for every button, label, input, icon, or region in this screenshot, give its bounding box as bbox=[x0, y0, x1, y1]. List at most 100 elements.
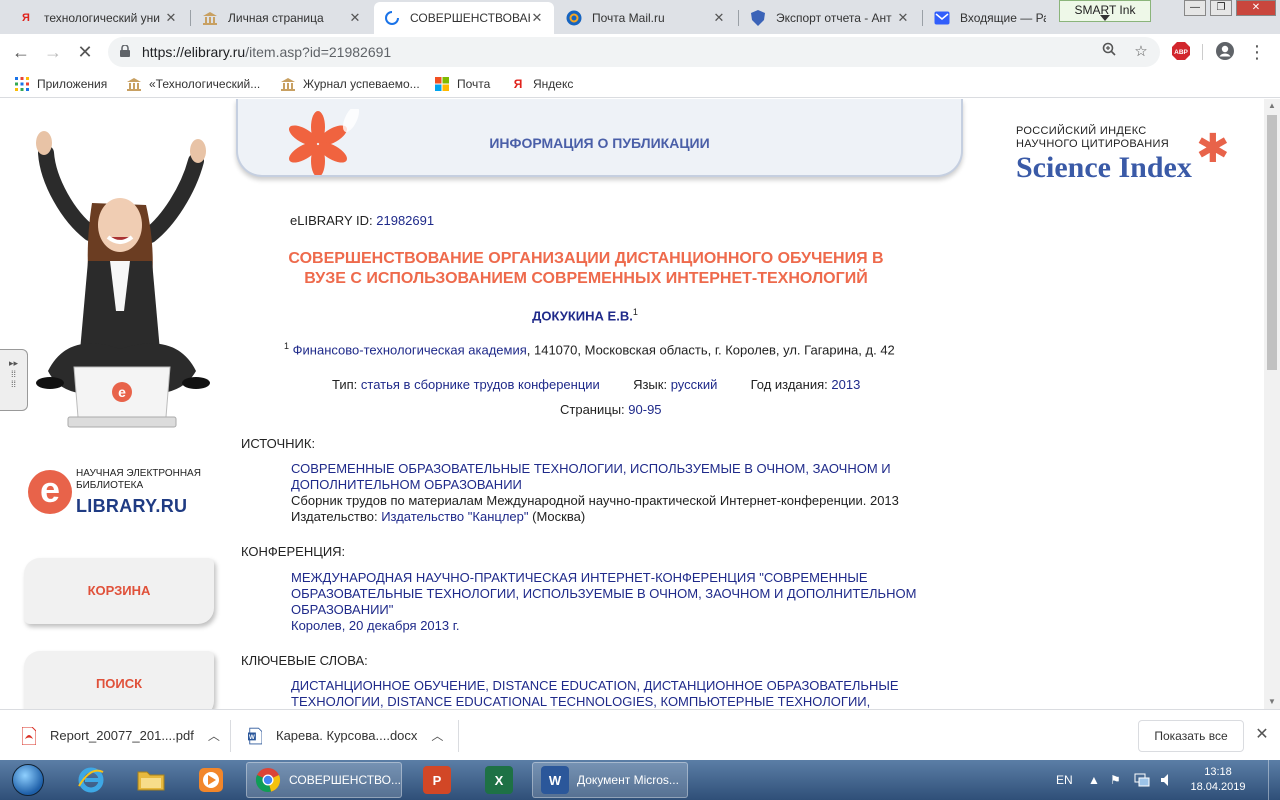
taskbar-chrome-label: СОВЕРШЕНСТВО... bbox=[289, 773, 401, 787]
adblock-plus-icon[interactable]: ABP bbox=[1170, 41, 1192, 63]
author-link[interactable]: ДОКУКИНА Е.В. bbox=[532, 308, 633, 323]
taskbar-internet-explorer[interactable] bbox=[62, 762, 120, 798]
tab-yandex[interactable]: Я технологический уни ✕ bbox=[8, 2, 188, 34]
download-separator bbox=[458, 720, 459, 752]
tab-mailru[interactable]: Почта Mail.ru ✕ bbox=[556, 2, 736, 34]
keywords-line2[interactable]: ТЕХНОЛОГИИ, DISTANCE EDUCATIONAL TECHNOL… bbox=[291, 694, 921, 709]
source-title-link-cont[interactable]: ДОПОЛНИТЕЛЬНОМ ОБРАЗОВАНИИ bbox=[291, 477, 921, 493]
address-bar[interactable]: https://elibrary.ru/item.asp?id=21982691… bbox=[108, 37, 1160, 67]
bookmark-technological[interactable]: «Технологический... bbox=[126, 76, 260, 92]
taskbar-media-player[interactable] bbox=[182, 762, 240, 798]
tab-separator bbox=[922, 10, 923, 26]
download-item-pdf[interactable]: Report_20077_201....pdf ︿ bbox=[22, 710, 220, 761]
language-label: Язык: bbox=[633, 377, 668, 392]
taskbar-explorer[interactable] bbox=[122, 762, 180, 798]
action-center-flag-icon[interactable]: ⚑ bbox=[1110, 760, 1121, 800]
tab-separator bbox=[190, 10, 191, 26]
chrome-icon bbox=[255, 766, 281, 794]
bookmark-gradebook[interactable]: Журнал успеваемо... bbox=[280, 76, 420, 92]
close-icon[interactable]: ✕ bbox=[896, 10, 910, 26]
university-icon bbox=[280, 76, 296, 92]
university-icon bbox=[126, 76, 142, 92]
affiliation-address: , 141070, Московская область, г. Королев… bbox=[526, 342, 895, 358]
show-desktop-button[interactable] bbox=[1268, 760, 1280, 800]
page-content: e ▸▸ ⁞⁞ ⁞⁞ e НАУЧНАЯ ЭЛЕКТРОННАЯ БИБЛИОТЕКА… bbox=[0, 99, 1264, 709]
tab-rambler-mail[interactable]: Входящие — Рамбл bbox=[924, 2, 1056, 34]
chevron-up-icon[interactable]: ︿ bbox=[208, 727, 220, 744]
source-title-link[interactable]: СОВРЕМЕННЫЕ ОБРАЗОВАТЕЛЬНЫЕ ТЕХНОЛОГИИ, … bbox=[291, 461, 921, 477]
url-path: /item.asp?id=21982691 bbox=[245, 44, 392, 60]
bookmark-label: «Технологический... bbox=[149, 77, 261, 91]
tab-active-publication[interactable]: СОВЕРШЕНСТВОВАН ✕ bbox=[374, 2, 554, 34]
elibrary-logo[interactable]: e НАУЧНАЯ ЭЛЕКТРОННАЯ БИБЛИОТЕКА LIBRARY.… bbox=[28, 464, 213, 524]
back-button[interactable]: ← bbox=[8, 39, 34, 65]
close-icon[interactable]: ✕ bbox=[164, 10, 178, 26]
zoom-icon[interactable] bbox=[1098, 41, 1120, 63]
download-filename: Карева. Курсова....docx bbox=[276, 728, 418, 743]
show-all-downloads-button[interactable]: Показать все bbox=[1138, 720, 1244, 752]
scroll-down-arrow-icon[interactable]: ▼ bbox=[1264, 695, 1280, 709]
cart-button[interactable]: КОРЗИНА bbox=[24, 558, 214, 624]
browser-menu-icon[interactable]: ⋮ bbox=[1246, 41, 1268, 63]
bookmark-star-icon[interactable]: ☆ bbox=[1130, 41, 1152, 63]
yandex-icon: Я bbox=[513, 77, 523, 91]
taskbar-excel[interactable]: X bbox=[470, 762, 528, 798]
affiliation-org-link[interactable]: Финансово-технологическая академия bbox=[293, 342, 527, 357]
bookmark-apps[interactable]: Приложения bbox=[14, 76, 107, 92]
download-item-docx[interactable]: W Карева. Курсова....docx ︿ bbox=[248, 710, 443, 761]
publisher: Издательство: Издательство "Канцлер" (Мо… bbox=[291, 509, 921, 525]
language-indicator[interactable]: EN bbox=[1056, 760, 1073, 800]
keywords-line1[interactable]: ДИСТАНЦИОННОЕ ОБУЧЕНИЕ, DISTANCE EDUCATI… bbox=[291, 678, 921, 694]
bookmark-mail[interactable]: Почта bbox=[434, 76, 490, 92]
page-scrollbar[interactable]: ▲ ▼ bbox=[1264, 99, 1280, 709]
science-index-logo[interactable]: РОССИЙСКИЙ ИНДЕКС НАУЧНОГО ЦИТИРОВАНИЯ S… bbox=[1016, 125, 1236, 185]
scrollbar-thumb[interactable] bbox=[1267, 115, 1277, 370]
publication-title-line2: ВУЗЕ С ИСПОЛЬЗОВАНИЕМ СОВРЕМЕННЫХ ИНТЕРН… bbox=[304, 270, 868, 287]
close-icon[interactable]: ✕ bbox=[348, 10, 362, 26]
rambler-mail-icon bbox=[934, 10, 950, 26]
conference-title-link[interactable]: МЕЖДУНАРОДНАЯ НАУЧНО-ПРАКТИЧЕСКАЯ ИНТЕРН… bbox=[291, 570, 921, 586]
taskbar-word-label: Документ Micros... bbox=[577, 773, 679, 787]
tab-antiplagiat[interactable]: Экспорт отчета - Ант ✕ bbox=[740, 2, 920, 34]
volume-icon[interactable] bbox=[1160, 760, 1174, 800]
stop-loading-button[interactable]: ✕ bbox=[72, 39, 98, 65]
publication-meta: Тип: статья в сборнике трудов конференци… bbox=[332, 377, 860, 392]
close-icon[interactable]: ✕ bbox=[530, 10, 544, 26]
close-downloads-bar-icon[interactable]: ✕ bbox=[1252, 724, 1272, 746]
scroll-up-arrow-icon[interactable]: ▲ bbox=[1264, 99, 1280, 113]
show-hidden-icons-icon[interactable]: ▲ bbox=[1088, 760, 1100, 800]
minimize-button[interactable]: — bbox=[1184, 0, 1206, 16]
pages: Страницы: 90-95 bbox=[560, 402, 662, 417]
bookmark-yandex[interactable]: Я Яндекс bbox=[510, 76, 574, 92]
restore-button[interactable]: ❐ bbox=[1210, 0, 1232, 16]
elibrary-logo-word: LIBRARY.RU bbox=[76, 496, 188, 516]
taskbar-chrome[interactable]: СОВЕРШЕНСТВО... bbox=[246, 762, 402, 798]
download-filename: Report_20077_201....pdf bbox=[50, 728, 194, 743]
windows-logo-icon bbox=[12, 764, 44, 796]
publisher-link[interactable]: Издательство "Канцлер" bbox=[381, 509, 528, 524]
loading-icon bbox=[384, 10, 400, 26]
conference-title-link-end[interactable]: ОБРАЗОВАНИИ" bbox=[291, 602, 921, 618]
forward-button[interactable]: → bbox=[40, 39, 66, 65]
close-icon[interactable]: ✕ bbox=[712, 10, 726, 26]
adblock-label: ABP bbox=[1174, 49, 1188, 56]
network-icon[interactable] bbox=[1134, 760, 1150, 800]
keywords-heading: КЛЮЧЕВЫЕ СЛОВА: bbox=[241, 653, 368, 668]
author: ДОКУКИНА Е.В.1 bbox=[0, 307, 1170, 323]
side-panel-handle[interactable]: ▸▸ ⁞⁞ ⁞⁞ bbox=[0, 349, 28, 411]
tab-personal-page[interactable]: Личная страница ✕ bbox=[192, 2, 372, 34]
taskbar-powerpoint[interactable]: P bbox=[408, 762, 466, 798]
powerpoint-icon: P bbox=[423, 766, 451, 794]
window-close-button[interactable]: ✕ bbox=[1236, 0, 1276, 16]
conference-title-link-cont[interactable]: ОБРАЗОВАТЕЛЬНЫЕ ТЕХНОЛОГИИ, ИСПОЛЬЗУЕМЫЕ… bbox=[291, 586, 921, 602]
smart-ink-toolbar[interactable]: SMART Ink bbox=[1059, 0, 1151, 22]
search-button[interactable]: ПОИСК bbox=[24, 651, 214, 709]
account-avatar-icon[interactable] bbox=[1214, 41, 1236, 63]
chevron-up-icon[interactable]: ︿ bbox=[431, 727, 443, 744]
start-button[interactable] bbox=[4, 761, 52, 799]
system-clock[interactable]: 13:18 18.04.2019 bbox=[1188, 765, 1248, 795]
taskbar-word[interactable]: W Документ Micros... bbox=[532, 762, 688, 798]
pages-value: 90-95 bbox=[628, 402, 662, 417]
apps-grid-icon bbox=[14, 76, 30, 92]
lock-icon bbox=[120, 45, 130, 57]
